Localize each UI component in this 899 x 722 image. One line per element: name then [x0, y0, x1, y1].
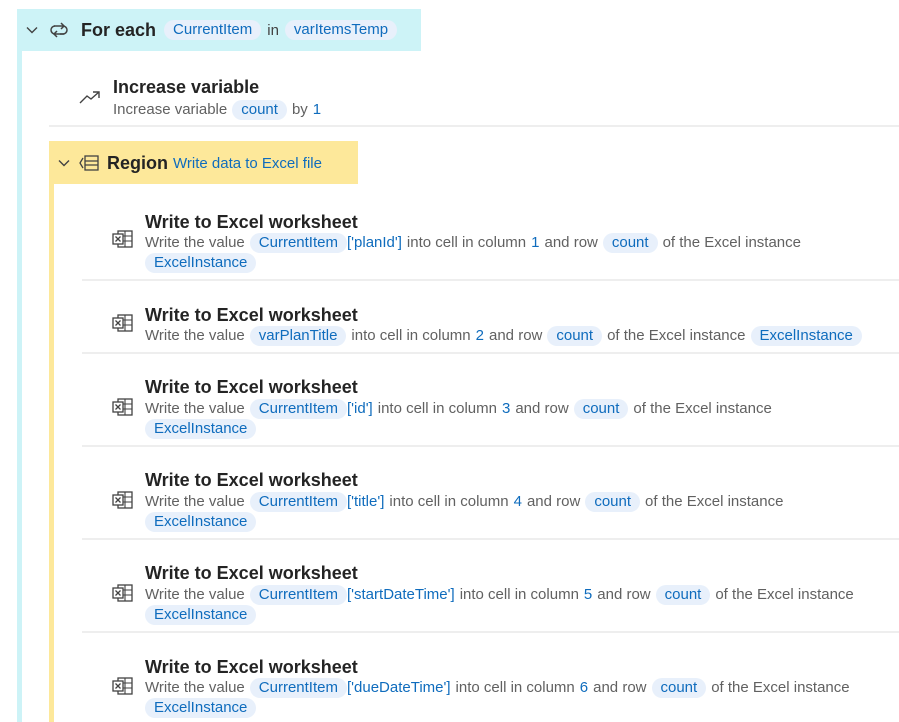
increase-by-label: by: [291, 101, 308, 118]
value-variable-pill[interactable]: CurrentItem: [249, 678, 347, 698]
write-excel-step[interactable]: Write to Excel worksheet Write the value…: [82, 294, 899, 354]
excel-sheet-icon: [112, 313, 134, 333]
desc-text: Write the value: [145, 493, 245, 510]
desc-text: and row: [526, 493, 581, 510]
foreach-keyword: For each: [81, 19, 157, 40]
excel-sheet-icon: [112, 229, 134, 249]
column-value[interactable]: 5: [584, 586, 592, 603]
row-variable-pill[interactable]: count: [655, 585, 711, 605]
region-keyword: Region: [107, 152, 168, 173]
value-suffix[interactable]: ['startDateTime']: [347, 586, 455, 603]
value-variable-pill[interactable]: varPlanTitle: [249, 326, 347, 346]
desc-text: into cell in column: [351, 327, 471, 344]
loop-icon: [49, 20, 69, 40]
column-value[interactable]: 1: [531, 234, 539, 251]
desc-text: Write the value: [145, 400, 245, 417]
excel-sheet-icon: [112, 583, 134, 603]
write-excel-step[interactable]: Write to Excel worksheet Write the value…: [82, 367, 899, 447]
value-variable-pill[interactable]: CurrentItem: [249, 585, 347, 605]
row-variable-pill[interactable]: count: [573, 399, 629, 419]
value-variable-pill[interactable]: CurrentItem: [249, 492, 347, 512]
desc-text: and row: [544, 234, 598, 251]
step-title: Write to Excel worksheet: [145, 377, 358, 397]
desc-text: of the Excel instance: [607, 327, 746, 344]
trend-up-icon: [79, 89, 101, 105]
desc-text: into cell in column: [459, 586, 579, 603]
write-excel-step[interactable]: Write to Excel worksheet Write the value…: [82, 460, 899, 540]
desc-text: Write the value: [145, 327, 245, 344]
step-title: Increase variable: [113, 77, 260, 97]
value-suffix[interactable]: ['title']: [347, 493, 384, 510]
foreach-list-variable[interactable]: varItemsTemp: [284, 20, 398, 40]
foreach-item-variable[interactable]: CurrentItem: [164, 20, 262, 40]
excel-instance-pill[interactable]: ExcelInstance: [145, 698, 257, 718]
region-header[interactable]: Region Write data to Excel file: [49, 141, 358, 184]
desc-text: Write the value: [145, 679, 245, 696]
row-variable-pill[interactable]: count: [651, 678, 707, 698]
excel-instance-pill[interactable]: ExcelInstance: [145, 419, 257, 439]
foreach-header[interactable]: For each CurrentItem in varItemsTemp: [17, 9, 421, 51]
row-variable-pill[interactable]: count: [547, 326, 603, 346]
desc-text: of the Excel instance: [711, 679, 850, 696]
chevron-down-icon[interactable]: [57, 156, 71, 170]
increase-variable-step[interactable]: Increase variable Increase variable count…: [49, 69, 899, 127]
foreach-body-rail: [17, 51, 22, 722]
excel-instance-pill[interactable]: ExcelInstance: [145, 512, 257, 532]
excel-instance-pill[interactable]: ExcelInstance: [145, 253, 257, 273]
value-suffix[interactable]: ['id']: [347, 400, 373, 417]
write-excel-step[interactable]: Write to Excel worksheet Write the value…: [82, 647, 899, 722]
value-suffix[interactable]: ['dueDateTime']: [347, 679, 451, 696]
increase-prefix: Increase variable: [113, 101, 228, 118]
excel-sheet-icon: [112, 490, 134, 510]
step-title: Write to Excel worksheet: [145, 657, 358, 677]
increase-variable-pill[interactable]: count: [232, 100, 287, 120]
desc-text: of the Excel instance: [633, 400, 772, 417]
value-suffix[interactable]: ['planId']: [347, 234, 402, 251]
desc-text: Write the value: [145, 234, 245, 251]
desc-text: and row: [489, 327, 543, 344]
column-value[interactable]: 3: [502, 400, 510, 417]
step-title: Write to Excel worksheet: [145, 470, 358, 490]
region-body-rail: [49, 184, 54, 722]
desc-text: into cell in column: [377, 400, 497, 417]
increase-amount[interactable]: 1: [313, 101, 321, 118]
region-name[interactable]: Write data to Excel file: [173, 155, 322, 172]
chevron-down-icon[interactable]: [25, 23, 39, 37]
step-title: Write to Excel worksheet: [145, 212, 358, 232]
row-variable-pill[interactable]: count: [585, 492, 641, 512]
desc-text: of the Excel instance: [662, 234, 801, 251]
foreach-in-label: in: [267, 21, 279, 39]
excel-instance-pill[interactable]: ExcelInstance: [145, 605, 257, 625]
write-excel-step[interactable]: Write to Excel worksheet Write the value…: [82, 553, 899, 633]
desc-text: into cell in column: [455, 679, 575, 696]
value-variable-pill[interactable]: CurrentItem: [249, 233, 347, 253]
desc-text: and row: [597, 586, 651, 603]
column-value[interactable]: 2: [476, 327, 484, 344]
column-value[interactable]: 4: [514, 493, 522, 510]
desc-text: Write the value: [145, 586, 245, 603]
excel-sheet-icon: [112, 397, 134, 417]
desc-text: and row: [515, 400, 569, 417]
row-variable-pill[interactable]: count: [602, 233, 658, 253]
desc-text: into cell in column: [389, 493, 509, 510]
value-variable-pill[interactable]: CurrentItem: [249, 399, 347, 419]
column-value[interactable]: 6: [580, 679, 588, 696]
desc-text: and row: [593, 679, 647, 696]
excel-instance-pill[interactable]: ExcelInstance: [750, 326, 862, 346]
desc-text: of the Excel instance: [645, 493, 784, 510]
write-excel-step[interactable]: Write to Excel worksheet Write the value…: [82, 201, 899, 281]
excel-sheet-icon: [112, 676, 134, 696]
desc-text: into cell in column: [406, 234, 527, 251]
region-icon: [79, 154, 99, 172]
desc-text: of the Excel instance: [715, 586, 854, 603]
step-title: Write to Excel worksheet: [145, 563, 358, 583]
step-title: Write to Excel worksheet: [145, 305, 358, 325]
